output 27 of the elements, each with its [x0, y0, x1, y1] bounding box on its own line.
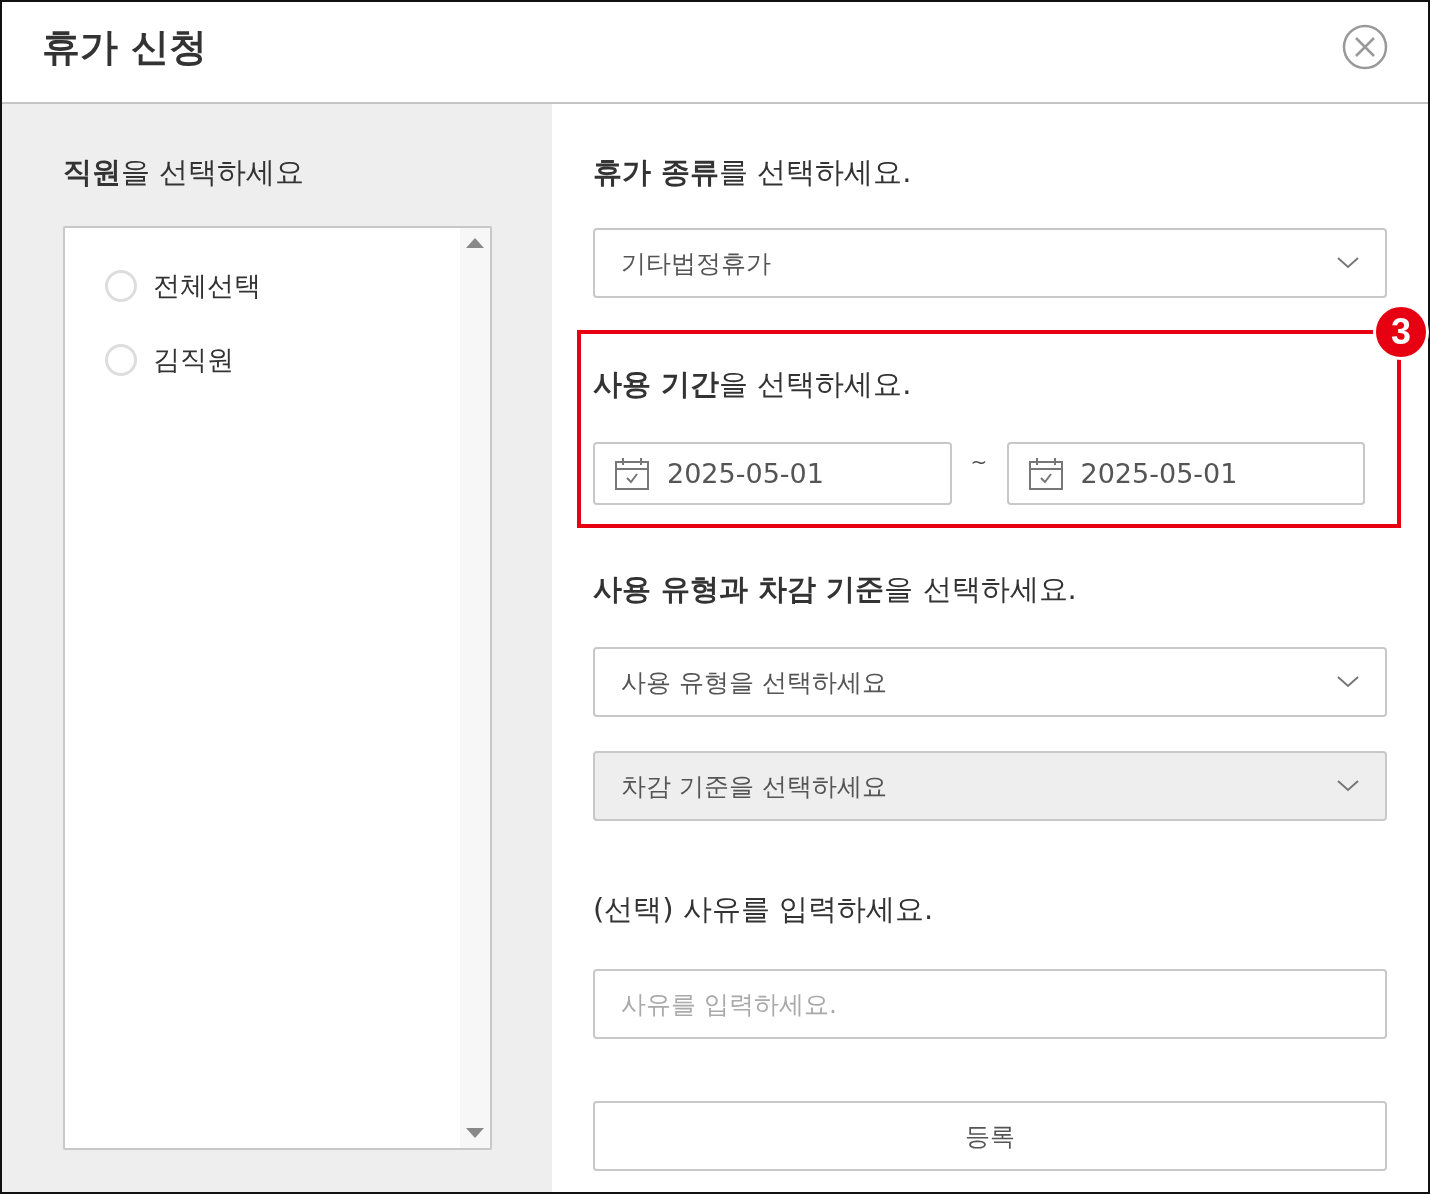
step-badge: 3 — [1373, 304, 1429, 360]
dialog-title: 휴가 신청 — [42, 23, 208, 71]
range-separator: ~ — [969, 450, 989, 474]
close-icon[interactable] — [1342, 24, 1388, 70]
section-heading: 휴가 종류를 선택하세요. — [593, 154, 913, 190]
submit-button[interactable]: 등록 — [593, 1101, 1387, 1171]
date-field[interactable]: 2025-05-01 — [1006, 442, 1365, 505]
scrollbar[interactable] — [460, 228, 490, 1148]
leave-type-select[interactable]: 기타법정휴가 — [593, 228, 1387, 298]
option-label[interactable]: 김직원 — [153, 342, 234, 378]
calendar-icon — [1028, 457, 1063, 490]
radio-button[interactable] — [105, 270, 137, 302]
scroll-down-icon[interactable] — [466, 1128, 484, 1138]
scroll-up-icon[interactable] — [466, 238, 484, 248]
reason-input[interactable]: 사유를 입력하세요. — [593, 969, 1387, 1039]
chevron-down-icon — [1337, 676, 1359, 688]
section-heading: 사용 유형과 차감 기준을 선택하세요. — [593, 571, 1078, 607]
radio-button[interactable] — [105, 344, 137, 376]
section-heading: 직원을 선택하세요 — [63, 154, 306, 190]
chevron-down-icon — [1337, 257, 1359, 269]
chevron-down-icon — [1337, 780, 1359, 792]
date-field[interactable]: 2025-05-01 — [593, 442, 952, 505]
dropdown-select[interactable]: 사용 유형을 선택하세요 — [593, 647, 1387, 717]
section-heading: 사용 기간을 선택하세요. — [593, 366, 913, 402]
section-heading: (선택) 사유를 입력하세요. — [593, 891, 935, 927]
calendar-icon — [615, 457, 649, 490]
option-label[interactable]: 전체선택 — [153, 268, 261, 304]
